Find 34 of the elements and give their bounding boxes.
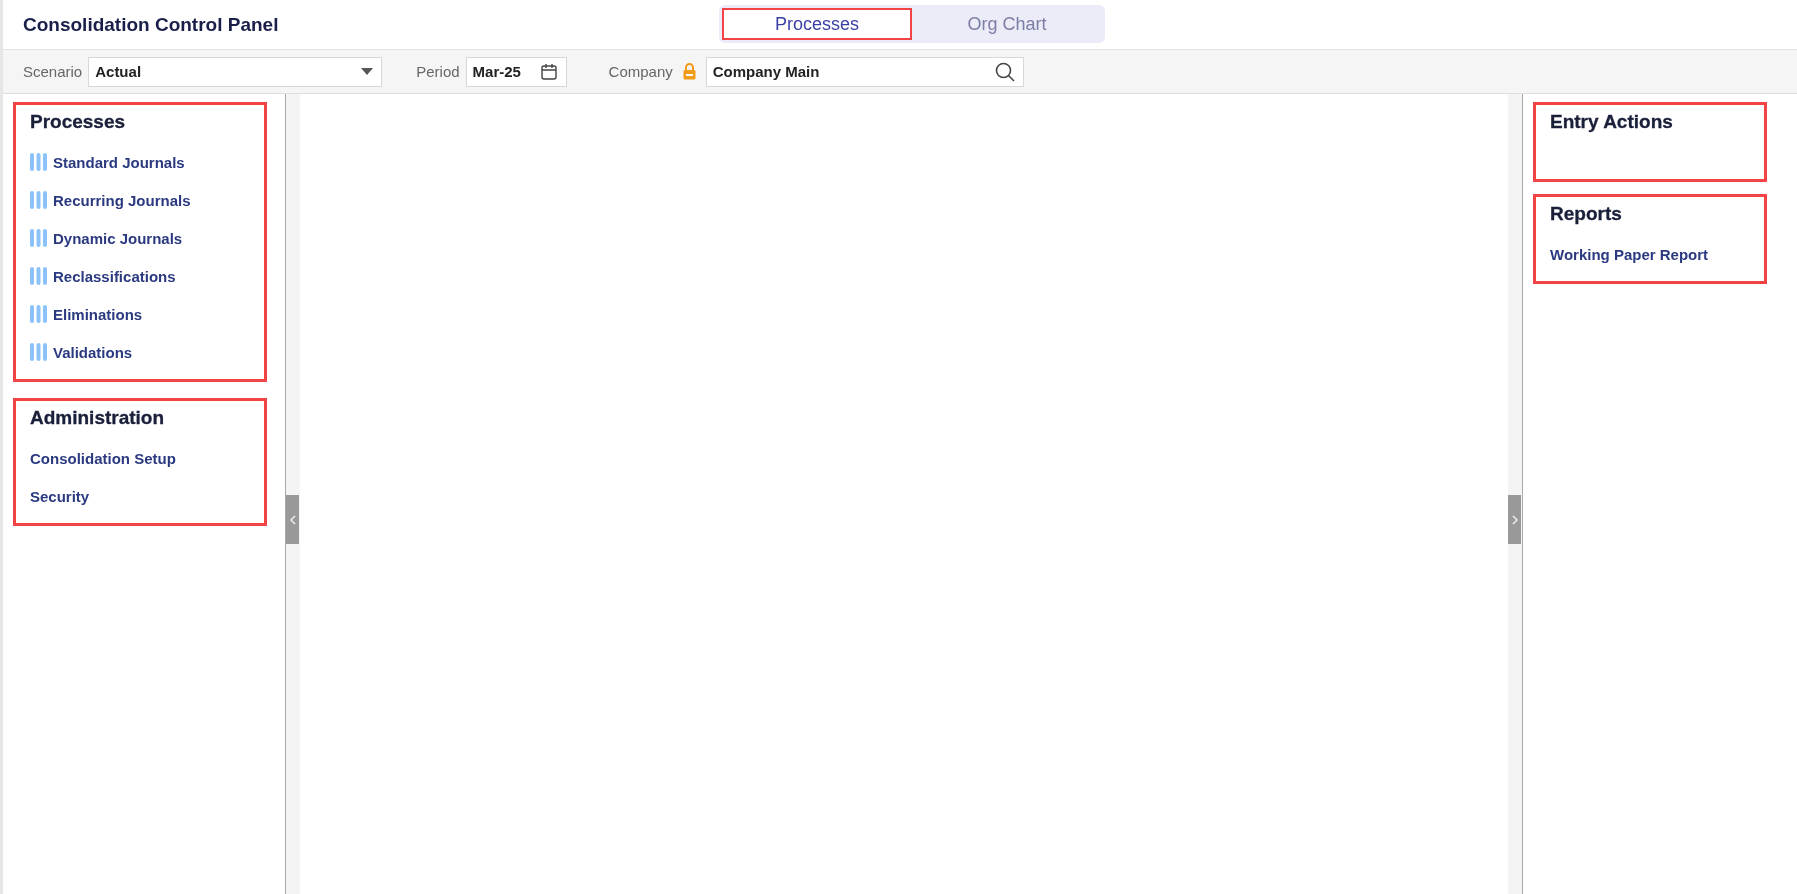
nav-link[interactable]: Eliminations xyxy=(30,295,250,333)
search-icon xyxy=(994,61,1015,82)
nav-link[interactable]: Recurring Journals xyxy=(30,181,250,219)
nav-link[interactable]: Reclassifications xyxy=(30,257,250,295)
process-bars-icon xyxy=(30,305,47,323)
collapse-left-handle[interactable] xyxy=(286,495,299,544)
period-label: Period xyxy=(416,63,460,80)
period-field[interactable]: Mar-25 xyxy=(465,56,567,87)
nav-link[interactable]: Security xyxy=(30,477,250,515)
caret-icon xyxy=(361,68,374,75)
nav-link[interactable]: Dynamic Journals xyxy=(30,219,250,257)
process-bars-icon xyxy=(30,191,47,209)
calendar-icon xyxy=(539,62,558,81)
nav-link[interactable]: Validations xyxy=(30,333,250,371)
section-title: Processes xyxy=(30,111,127,133)
company-label: Company xyxy=(608,63,673,80)
chevron-right-icon xyxy=(1511,514,1518,525)
process-bars-icon xyxy=(30,229,47,247)
scenario-dropdown[interactable]: Actual xyxy=(88,56,383,87)
section-title: Administration xyxy=(30,407,166,429)
scenario-label: Scenario xyxy=(23,63,83,80)
collapse-right-handle[interactable] xyxy=(1508,495,1521,544)
page-title: Consolidation Control Panel xyxy=(23,13,279,36)
tab[interactable]: Processes xyxy=(722,8,912,40)
section-title: Reports xyxy=(1550,203,1623,225)
section-title: Entry Actions xyxy=(1550,111,1674,133)
nav-link[interactable]: Consolidation Setup xyxy=(30,439,250,477)
nav-link[interactable]: Working Paper Report xyxy=(1550,235,1750,273)
process-bars-icon xyxy=(30,153,47,171)
nav-link[interactable]: Standard Journals xyxy=(30,143,250,181)
company-search-field[interactable]: Company Main xyxy=(705,56,1024,87)
process-bars-icon xyxy=(30,267,47,285)
chevron-left-icon xyxy=(289,514,296,525)
process-bars-icon xyxy=(30,343,47,361)
